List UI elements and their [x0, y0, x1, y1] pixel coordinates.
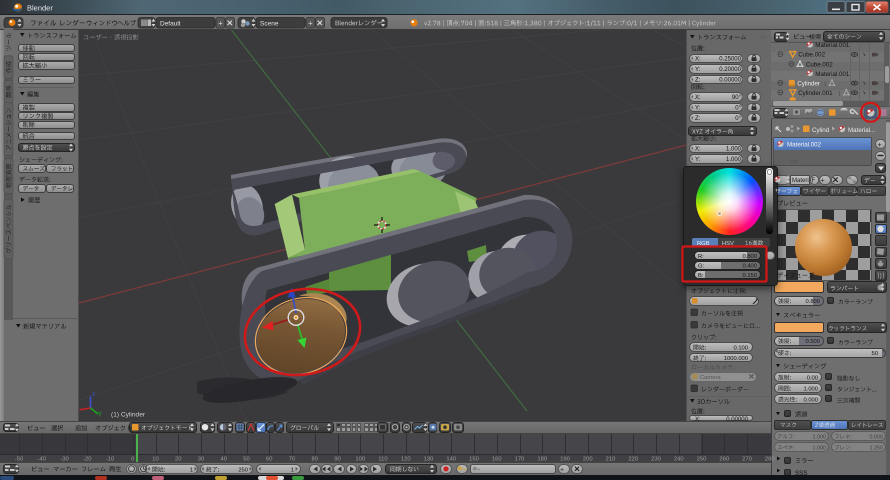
svg-text:y: y: [99, 411, 102, 417]
svg-text:z: z: [92, 392, 95, 398]
